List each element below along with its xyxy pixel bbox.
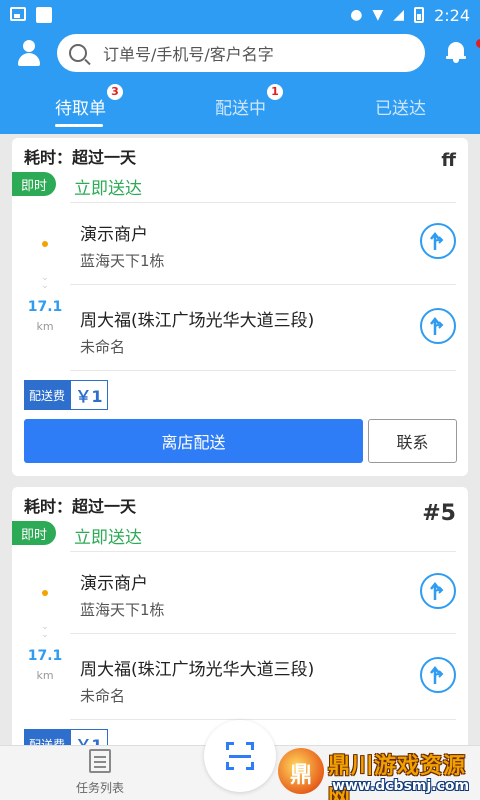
battery-icon (414, 7, 425, 23)
pickup-name: 演示商户 (80, 225, 148, 245)
contact-button[interactable]: 联系 (368, 419, 457, 463)
watermark: 鼎 鼎川游戏资源网 www.dcbsmj.com (272, 744, 480, 800)
navigation-arrow-icon (430, 231, 444, 250)
search-placeholder: 订单号/手机号/客户名字 (103, 45, 274, 64)
delivery-type: 立即送达 (74, 179, 142, 199)
status-bar: ● ▼ ◢ 2:24 (0, 0, 480, 30)
document-list-icon (89, 749, 111, 773)
pickup-name: 演示商户 (80, 574, 148, 594)
elapsed-time: 耗时：超过一天 (24, 148, 137, 167)
tab-badge: 1 (267, 84, 283, 100)
tab-pending-pickup[interactable]: 待取单 3 (55, 84, 123, 119)
pickup-address: 蓝海天下1栋 (80, 252, 165, 270)
order-code: #5 (422, 501, 456, 526)
instant-tag: 即时 (12, 172, 56, 196)
instant-tag: 即时 (12, 521, 56, 545)
scan-button[interactable] (204, 720, 276, 792)
dropoff-address: 未命名 (80, 338, 126, 356)
elapsed-time: 耗时：超过一天 (24, 497, 137, 516)
chevron-down-icon: ⌄ ⌄ (41, 622, 49, 640)
task-list-label: 任务列表 (75, 781, 124, 795)
navigate-dropoff-button[interactable] (420, 657, 456, 693)
navigate-dropoff-button[interactable] (420, 308, 456, 344)
navigation-arrow-icon (430, 581, 444, 600)
task-list-tab[interactable]: 任务列表 (70, 749, 130, 796)
navigate-pickup-button[interactable] (420, 223, 456, 259)
watermark-url: www.dcbsmj.com (332, 778, 470, 794)
delivery-fee: 配送费 ￥1 (24, 380, 108, 410)
search-input[interactable]: 订单号/手机号/客户名字 (57, 34, 425, 72)
distance-unit: km (36, 320, 54, 333)
distance-unit: km (36, 669, 54, 682)
fee-value: ￥1 (70, 380, 108, 410)
notification-dot (476, 39, 480, 48)
search-icon (69, 44, 87, 62)
navigation-arrow-icon (430, 316, 444, 335)
wifi-icon: ▼ (372, 7, 384, 23)
profile-icon[interactable] (14, 38, 44, 68)
tab-delivered[interactable]: 已送达 (375, 94, 426, 119)
tab-badge: 3 (107, 84, 123, 100)
location-icon: ● (350, 7, 363, 23)
divider (70, 633, 456, 634)
chevron-down-icon: ⌄ ⌄ (41, 273, 49, 291)
navigate-pickup-button[interactable] (420, 573, 456, 609)
delivery-type: 立即送达 (74, 528, 142, 548)
pickup-address: 蓝海天下1栋 (80, 601, 165, 619)
app-notification-icon (36, 7, 52, 23)
signal-icon: ◢ (393, 7, 405, 23)
active-tab-indicator (55, 124, 103, 127)
order-card: 耗时：超过一天 ff 即时 立即送达 ⌄ ⌄ 17.1 km 演示商户 蓝海天下1… (12, 138, 468, 476)
pickup-dot-icon (42, 241, 48, 247)
app-header: 订单号/手机号/客户名字 待取单 3 配送中 1 已送达 (0, 30, 480, 134)
distance-value: 17.1 (27, 299, 63, 315)
divider (70, 202, 456, 203)
dropoff-name: 周大福(珠江广场光华大道三段) (80, 660, 315, 680)
divider (70, 719, 456, 720)
fee-label: 配送费 (24, 380, 70, 410)
tab-delivering[interactable]: 配送中 1 (215, 84, 283, 119)
watermark-logo: 鼎 (278, 748, 324, 794)
clock: 2:24 (434, 5, 470, 25)
dropoff-name: 周大福(珠江广场光华大道三段) (80, 311, 315, 331)
image-notification-icon (10, 7, 26, 21)
divider (70, 551, 456, 552)
pickup-dot-icon (42, 590, 48, 596)
divider (70, 284, 456, 285)
divider (70, 370, 456, 371)
notification-bell-icon[interactable] (446, 39, 480, 64)
leave-store-delivery-button[interactable]: 离店配送 (24, 419, 363, 463)
distance-value: 17.1 (27, 648, 63, 664)
scan-icon (226, 742, 254, 770)
order-code: ff (441, 150, 456, 171)
navigation-arrow-icon (430, 665, 444, 684)
dropoff-address: 未命名 (80, 687, 126, 705)
